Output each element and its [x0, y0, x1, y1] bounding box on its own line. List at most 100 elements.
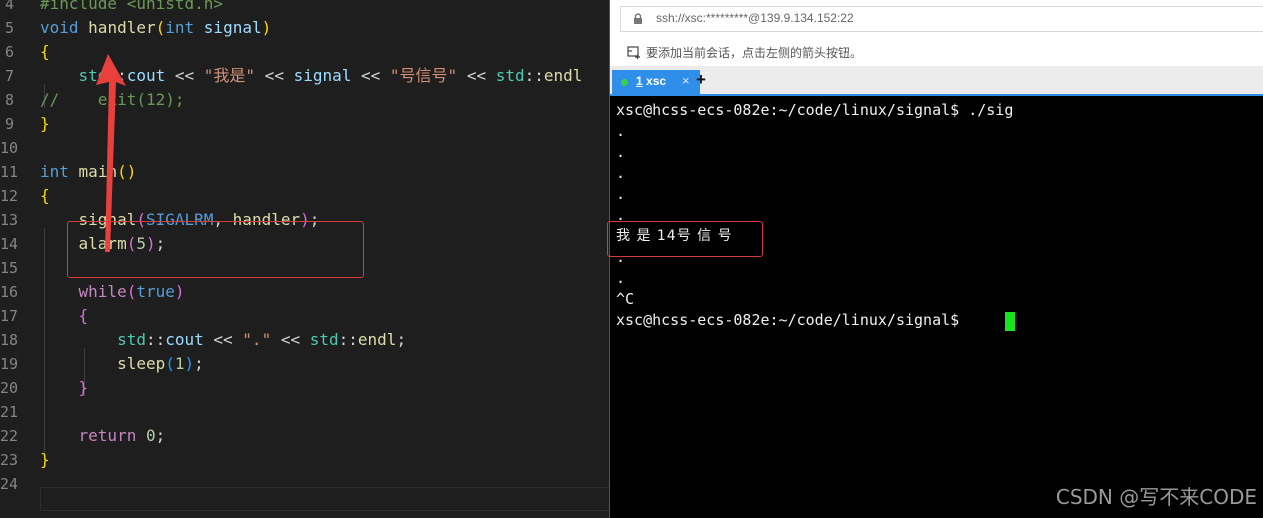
code-token: ): [174, 282, 185, 301]
code-line[interactable]: 21: [0, 400, 610, 424]
close-icon[interactable]: ×: [682, 73, 690, 88]
code-token: signal: [203, 18, 262, 37]
code-token: ;: [194, 354, 204, 373]
code-token: ::: [145, 330, 166, 349]
code-text: sleep(1);: [40, 352, 204, 376]
code-text: #include <unistd.h>: [40, 0, 223, 16]
hint-text: 要添加当前会话，点击左侧的箭头按钮。: [646, 46, 863, 60]
line-number: 10: [0, 139, 19, 157]
code-token: int: [165, 18, 195, 37]
terminal-line: xsc@hcss-ecs-082e:~/code/linux/signal$ .…: [616, 101, 1014, 119]
terminal-line: ^C: [616, 290, 635, 308]
code-text: return 0;: [40, 424, 166, 448]
code-token: ): [184, 354, 195, 373]
line-number: 5: [4, 19, 14, 37]
watermark: CSDN @写不来CODE: [1055, 485, 1257, 509]
code-text: {: [40, 40, 50, 64]
code-line[interactable]: 20 }: [0, 376, 610, 400]
line-number: 11: [0, 163, 19, 181]
code-token: std: [117, 330, 146, 349]
line-number: 13: [0, 211, 19, 229]
address-text: ssh://xsc:*********@139.9.134.152:22: [656, 11, 854, 25]
code-token: {: [40, 186, 50, 205]
terminal-cursor: [1005, 312, 1015, 331]
code-line[interactable]: 22 return 0;: [0, 424, 610, 448]
hint-bar: 要添加当前会话，点击左侧的箭头按钮。: [610, 38, 1263, 66]
code-token: <<: [255, 66, 294, 85]
code-token: std: [309, 330, 339, 349]
tab-name: xsc: [646, 74, 667, 88]
code-token: ::: [338, 330, 358, 349]
annotation-box-signal-output: [607, 221, 763, 257]
code-text: std::cout << "." << std::endl;: [40, 328, 406, 352]
code-line[interactable]: 4 #include <unistd.h>: [0, 0, 610, 16]
code-line[interactable]: 5 void handler(int signal): [0, 16, 610, 40]
code-text: }: [40, 448, 50, 472]
code-token: handler: [88, 18, 156, 37]
code-token: (: [165, 354, 175, 373]
terminal-line: .: [616, 269, 626, 287]
add-session-icon[interactable]: [627, 45, 641, 59]
address-bar: ssh://xsc:*********@139.9.134.152:22: [610, 0, 1263, 38]
code-token: <<: [203, 330, 243, 349]
tab-session-xsc[interactable]: 1 xsc ×: [612, 70, 700, 94]
code-token: endl: [543, 66, 583, 85]
terminal-window: ssh://xsc:*********@139.9.134.152:22 要添加…: [609, 0, 1263, 518]
line-number: 14: [0, 235, 19, 253]
code-token: 0: [145, 426, 156, 445]
line-number: 16: [0, 283, 19, 301]
terminal-output[interactable]: xsc@hcss-ecs-082e:~/code/linux/signal$ .…: [610, 96, 1263, 518]
code-line[interactable]: 18 std::cout << "." << std::endl;: [0, 328, 610, 352]
code-token: sleep: [117, 354, 166, 373]
terminal-line: .: [616, 122, 626, 140]
code-token: signal: [293, 66, 352, 85]
address-field[interactable]: ssh://xsc:*********@139.9.134.152:22: [620, 6, 1263, 32]
line-number: 9: [4, 115, 14, 133]
code-line[interactable]: 24: [0, 472, 610, 496]
code-token: "号信号": [389, 66, 458, 85]
annotation-arrow-icon: [96, 54, 126, 252]
line-number: 15: [0, 259, 19, 277]
code-token: cout: [126, 66, 166, 85]
code-line[interactable]: 17 {: [0, 304, 610, 328]
line-number: 22: [0, 427, 19, 445]
code-line[interactable]: 19 sleep(1);: [0, 352, 610, 376]
code-token: ::: [524, 66, 544, 85]
tab-label: 1 xsc: [636, 74, 666, 88]
line-number: 23: [0, 451, 19, 469]
code-token: 1: [174, 354, 185, 373]
code-text: }: [40, 376, 89, 400]
code-token: }: [40, 450, 50, 469]
tab-index: 1: [636, 74, 643, 88]
code-text: while(true): [40, 280, 185, 304]
code-token: while: [78, 282, 127, 301]
code-token: #include <unistd.h>: [40, 0, 224, 13]
code-token: void: [40, 18, 79, 37]
code-token: return: [78, 426, 137, 445]
line-number: 4: [4, 0, 14, 13]
code-token: ;: [396, 330, 407, 349]
code-token: (: [155, 18, 166, 37]
code-token: ;: [155, 426, 166, 445]
code-line[interactable]: 23}: [0, 448, 610, 472]
line-number: 21: [0, 403, 19, 421]
code-token: }: [78, 378, 89, 397]
code-token: {: [78, 306, 89, 325]
code-line[interactable]: 16 while(true): [0, 280, 610, 304]
line-number: 7: [4, 67, 14, 85]
code-text: {: [40, 304, 89, 328]
line-number: 12: [0, 187, 19, 205]
code-token: {: [40, 42, 50, 61]
line-number: 24: [0, 475, 19, 493]
line-number: 6: [4, 43, 14, 61]
code-token: cout: [165, 330, 204, 349]
new-tab-button[interactable]: +: [696, 70, 706, 90]
line-number: 17: [0, 307, 19, 325]
